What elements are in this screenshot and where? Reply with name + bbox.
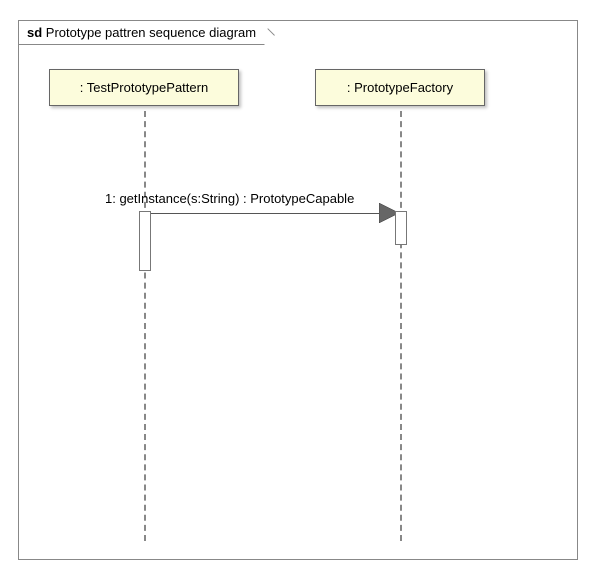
frame-label: sd Prototype pattren sequence diagram <box>19 21 265 45</box>
diagram-canvas: sd Prototype pattren sequence diagram : … <box>10 10 591 571</box>
frame-label-notch <box>255 25 275 45</box>
lifeline-head-factory: : PrototypeFactory <box>315 69 485 106</box>
frame-title: Prototype pattren sequence diagram <box>46 25 256 40</box>
lifeline-head-test: : TestPrototypePattern <box>49 69 239 106</box>
message-arrow <box>151 213 391 214</box>
sequence-frame: sd Prototype pattren sequence diagram : … <box>18 20 578 560</box>
lifeline-label: : TestPrototypePattern <box>80 80 208 95</box>
lifeline-line-factory <box>400 111 402 541</box>
lifeline-line-test <box>144 111 146 541</box>
message-label: 1: getInstance(s:String) : PrototypeCapa… <box>105 191 354 206</box>
activation-test <box>139 211 151 271</box>
activation-factory <box>395 211 407 245</box>
frame-prefix: sd <box>27 25 42 40</box>
lifeline-label: : PrototypeFactory <box>347 80 453 95</box>
